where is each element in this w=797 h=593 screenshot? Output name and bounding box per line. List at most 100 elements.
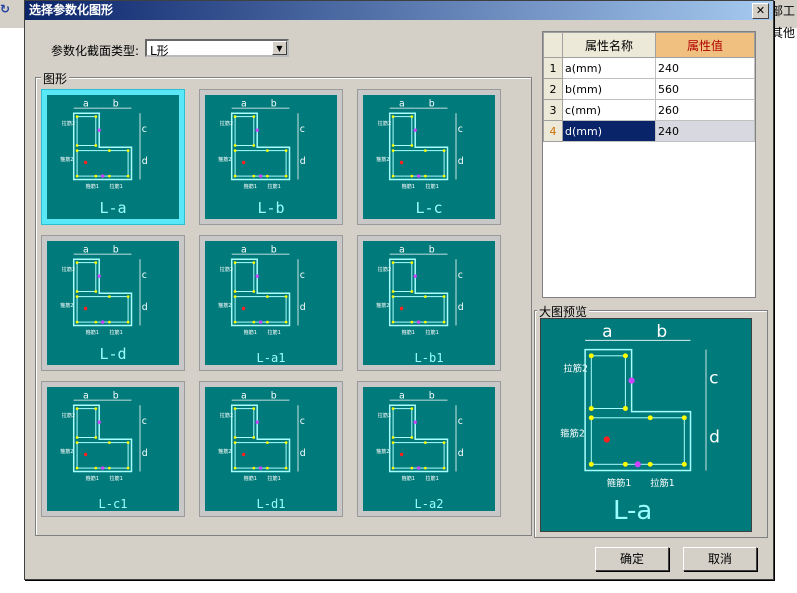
shape-tile-l-d1[interactable]: a b c d 拉筋2 箍筋2 箍筋1 拉筋1 L-d1 [199,381,343,517]
tie-dot [628,377,635,384]
section-outline [72,258,133,327]
tie2-label: 拉筋2 [62,266,75,273]
rebar-dot [126,295,130,298]
rebar-dot [410,144,414,147]
rebar-dot [622,461,628,467]
dim-label-d: d [458,302,464,313]
property-row[interactable]: 2 b(mm) 560 [543,78,755,100]
stirrup [234,262,255,292]
tie-dot [413,274,417,278]
chevron-down-icon[interactable]: ▼ [272,41,287,55]
shape-tile-l-a1[interactable]: a b c d 拉筋2 箍筋2 箍筋1 拉筋1 L-a1 [199,235,343,371]
dim-label-d: d [458,156,464,167]
dim-label-c: c [300,270,305,281]
stirrup [76,262,97,292]
rebar-dot [424,466,427,470]
rebar-dot [233,320,237,324]
tie-dot [416,320,421,324]
property-value[interactable]: 240 [655,120,755,142]
hoop1-label: 箍筋1 [244,475,257,482]
property-value[interactable]: 240 [655,57,755,79]
rebar-dot [252,466,256,470]
shape-tile-l-a[interactable]: a b c d 拉筋2 箍筋2 箍筋1 拉筋1 L-a [41,89,185,225]
property-value[interactable]: 560 [655,78,755,100]
rebar-dot [126,174,130,178]
rebar-dot [75,466,79,470]
rebar-dot [75,290,79,293]
dim-label-c: c [300,124,305,135]
rebar-dot [126,320,130,324]
preview-image: a b c d 拉筋2 箍筋2 箍筋1 拉筋1 L-a [540,318,752,532]
dim-label-a: a [241,98,247,109]
rebar-dot [108,466,111,470]
tie-dot [97,420,101,424]
hoop2-label: 箍筋2 [218,302,231,309]
shape-tile-l-a2[interactable]: a b c d 拉筋2 箍筋2 箍筋1 拉筋1 L-a2 [357,381,501,517]
tie1-label: 拉筋1 [267,183,280,190]
stirrup [392,116,413,146]
rebar-dot [94,407,98,410]
tie2-label: 拉筋2 [220,120,233,127]
section-type-label: 参数化截面类型: [51,44,140,58]
shape-drawing: a b c d 拉筋2 箍筋2 箍筋1 拉筋1 [218,390,306,482]
core-dot [241,452,246,457]
property-row[interactable]: 1 a(mm) 240 [543,57,755,79]
rebar-dot [108,320,111,324]
property-row[interactable]: 3 c(mm) 260 [543,99,755,121]
rebar-dot [75,174,79,178]
stirrup [234,408,255,438]
rebar-dot [126,149,130,152]
dim-label-b: b [656,322,667,342]
rebar-dot [94,466,98,470]
rebar-dot [391,261,395,264]
tie2-label: 拉筋2 [378,266,391,273]
rebar-dot [284,466,288,470]
rebar-dot [75,115,79,118]
property-value[interactable]: 260 [655,99,755,121]
shape-tile-l-b1[interactable]: a b c d 拉筋2 箍筋2 箍筋1 拉筋1 L-b1 [357,235,501,371]
preview-label: L-a [613,496,652,526]
property-name: b(mm) [562,78,656,100]
section-type-select[interactable]: L形 ▼ [145,39,289,58]
rebar-dot [75,407,79,410]
property-row-selected[interactable]: 4 d(mm) 240 [543,120,755,142]
cancel-button[interactable]: 取消 [683,547,757,571]
hoop2-label: 箍筋2 [218,448,231,455]
shape-tile-l-c1[interactable]: a b c d 拉筋2 箍筋2 箍筋1 拉筋1 L-c1 [41,381,185,517]
shape-tile-canvas: a b c d 拉筋2 箍筋2 箍筋1 拉筋1 L-d1 [205,387,337,511]
stirrup [392,408,413,438]
tie1-label: 拉筋1 [425,475,438,482]
tie-dot [416,174,421,178]
stirrup [234,116,255,146]
tie-dot [258,466,263,470]
rebar-dot [588,415,594,421]
rebar-dot [75,295,79,298]
dim-label-a: a [602,322,612,342]
ok-button[interactable]: 确定 [595,547,669,571]
section-outline [72,404,133,473]
hoop1-label: 箍筋1 [402,475,415,482]
rebar-dot [588,461,594,467]
dim-label-c: c [142,416,147,427]
shape-tile-canvas: a b c d 拉筋2 箍筋2 箍筋1 拉筋1 L-a [47,95,179,219]
close-button[interactable]: ✕ [752,3,769,19]
app-icon: ↻ [0,2,11,16]
tie2-label: 拉筋2 [563,362,588,374]
dim-label-a: a [399,390,405,401]
core-dot [603,436,610,443]
dim-label-d: d [300,448,306,459]
tie1-label: 拉筋1 [267,329,280,336]
rebar-dot [424,295,427,298]
dim-label-a: a [83,390,89,401]
rebar-dot [410,290,414,293]
tie-dot [100,466,105,470]
rebar-dot [252,290,256,293]
shape-tile-l-d[interactable]: a b c d 拉筋2 箍筋2 箍筋1 拉筋1 L-d [41,235,185,371]
section-outline [388,404,449,473]
rebar-dot [108,174,111,178]
shape-tile-l-b[interactable]: a b c d 拉筋2 箍筋2 箍筋1 拉筋1 L-b [199,89,343,225]
rebar-dot [252,261,256,264]
section-outline [230,112,291,181]
rebar-dot [233,441,237,444]
shape-tile-l-c[interactable]: a b c d 拉筋2 箍筋2 箍筋1 拉筋1 L-c [357,89,501,225]
